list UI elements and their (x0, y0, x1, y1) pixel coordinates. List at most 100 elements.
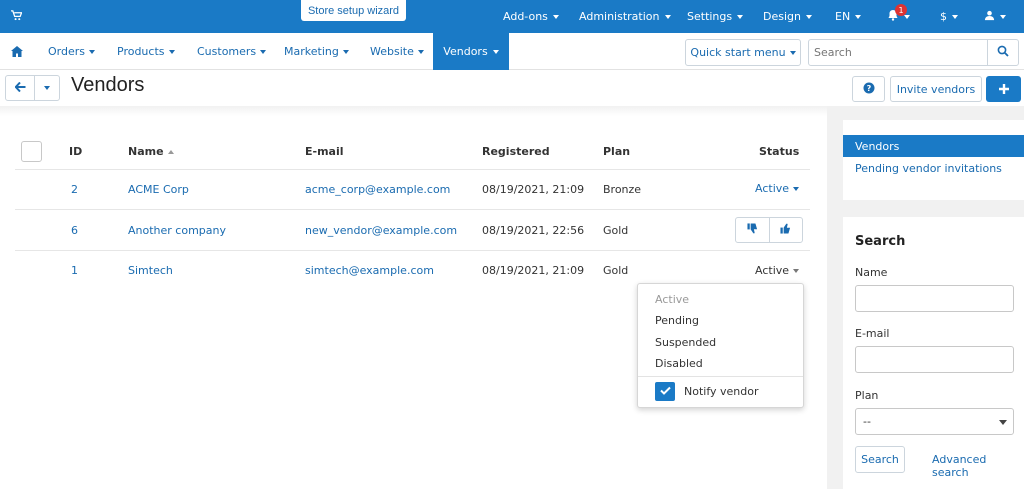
sidebar-sections: Vendors Pending vendor invitations (843, 120, 1024, 200)
search-button[interactable] (987, 39, 1019, 66)
language-menu[interactable]: EN (835, 0, 862, 33)
vendor-plan: Gold (603, 264, 629, 277)
nav-orders-label: Orders (48, 45, 85, 58)
sidebar-item-vendors[interactable]: Vendors (843, 135, 1024, 157)
settings-menu[interactable]: Settings (687, 0, 744, 33)
thumbs-up-icon (780, 223, 791, 237)
invite-vendors-button[interactable]: Invite vendors (890, 76, 982, 102)
currency-menu[interactable]: $ (940, 0, 958, 33)
status-option-disabled[interactable]: Disabled (655, 357, 703, 370)
row-divider (15, 169, 810, 170)
chevron-down-icon (855, 14, 862, 19)
status-option-suspended[interactable]: Suspended (655, 336, 716, 349)
disapprove-button[interactable] (736, 218, 770, 242)
plus-icon (998, 79, 1010, 100)
nav-item-vendors[interactable]: Vendors (433, 33, 509, 70)
user-icon (984, 10, 995, 24)
vendor-email-link[interactable]: new_vendor@example.com (305, 224, 457, 237)
chevron-down-icon (1000, 14, 1006, 19)
user-menu[interactable] (984, 0, 1006, 33)
nav-item-products[interactable]: Products (117, 33, 175, 70)
nav-item-customers[interactable]: Customers (197, 33, 267, 70)
chevron-down-icon (168, 49, 175, 54)
row-divider (15, 250, 810, 251)
column-header-registered[interactable]: Registered (482, 145, 550, 158)
design-menu-label: Design (763, 10, 801, 23)
chevron-down-icon (805, 14, 812, 19)
row-divider (15, 209, 810, 210)
vendor-name-link[interactable]: Simtech (128, 264, 173, 277)
column-header-plan[interactable]: Plan (603, 145, 630, 158)
name-input[interactable] (855, 285, 1014, 312)
menu-divider (638, 376, 803, 377)
chevron-down-icon (999, 420, 1007, 425)
vendor-id-link[interactable]: 2 (71, 183, 78, 196)
administration-menu-label: Administration (579, 10, 660, 23)
addons-menu[interactable]: Add-ons (503, 0, 559, 33)
add-vendor-button[interactable] (986, 76, 1021, 102)
page-title: Vendors (71, 74, 145, 96)
advanced-search-link[interactable]: Advanced search (932, 453, 1024, 479)
administration-menu[interactable]: Administration (579, 0, 671, 33)
status-option-pending[interactable]: Pending (655, 314, 699, 327)
chevron-down-icon (952, 14, 958, 19)
vendor-id-link[interactable]: 1 (71, 264, 78, 277)
vendor-status-dropdown[interactable]: Active (755, 264, 800, 277)
column-header-email[interactable]: E-mail (305, 145, 344, 158)
nav-products-label: Products (117, 45, 165, 58)
currency-menu-label: $ (940, 10, 947, 23)
chevron-down-icon (552, 14, 559, 19)
column-header-name[interactable]: Name (128, 145, 174, 158)
chevron-down-icon (904, 14, 910, 19)
status-dropdown-menu: Active Pending Suspended Disabled Notify… (637, 283, 804, 408)
sidebar-item-pending-invitations[interactable]: Pending vendor invitations (855, 162, 1002, 175)
plan-select[interactable]: -- (855, 408, 1014, 435)
notification-count-badge: 1 (895, 4, 907, 16)
chevron-down-icon (793, 269, 800, 273)
help-button[interactable]: ? (852, 76, 885, 102)
cart-icon[interactable] (11, 10, 23, 24)
language-menu-label: EN (835, 10, 851, 23)
quick-start-label: Quick start menu (690, 46, 786, 59)
email-label: E-mail (855, 327, 890, 340)
store-setup-wizard-button[interactable]: Store setup wizard (301, 0, 406, 21)
notify-vendor-checkbox[interactable] (655, 382, 675, 401)
approve-button[interactable] (770, 218, 803, 242)
vendor-status-label: Active (755, 264, 790, 277)
column-header-id[interactable]: ID (69, 145, 82, 158)
global-search-input[interactable] (808, 39, 988, 66)
quick-start-menu-button[interactable]: Quick start menu (685, 39, 801, 66)
chevron-down-icon (342, 49, 349, 54)
nav-item-website[interactable]: Website (370, 33, 424, 70)
vendor-id-link[interactable]: 6 (71, 224, 78, 237)
chevron-down-icon (789, 50, 796, 55)
sidebar-search-button[interactable]: Search (855, 446, 905, 473)
select-all-checkbox[interactable] (21, 141, 42, 162)
home-icon[interactable] (11, 33, 23, 70)
nav-item-marketing[interactable]: Marketing (284, 33, 349, 70)
vendor-name-link[interactable]: ACME Corp (128, 183, 189, 196)
back-button[interactable] (5, 75, 35, 101)
chevron-down-icon (664, 14, 671, 19)
addons-menu-label: Add-ons (503, 10, 548, 23)
search-panel-title: Search (855, 234, 906, 249)
vendor-email-link[interactable]: acme_corp@example.com (305, 183, 450, 196)
nav-vendors-label: Vendors (443, 45, 488, 58)
thumbs-down-icon (747, 223, 758, 237)
back-history-dropdown[interactable] (34, 75, 60, 101)
nav-item-orders[interactable]: Orders (48, 33, 95, 70)
notify-vendor-label[interactable]: Notify vendor (684, 385, 759, 398)
search-panel: Search Name E-mail Plan -- Search Advanc… (843, 217, 1024, 489)
search-icon (997, 45, 1009, 60)
plan-label: Plan (855, 389, 879, 402)
settings-menu-label: Settings (687, 10, 733, 23)
vendor-status-dropdown[interactable]: Active (755, 182, 800, 195)
vendor-name-link[interactable]: Another company (128, 224, 226, 237)
design-menu[interactable]: Design (763, 0, 812, 33)
nav-marketing-label: Marketing (284, 45, 339, 58)
vendor-email-link[interactable]: simtech@example.com (305, 264, 434, 277)
email-input[interactable] (855, 346, 1014, 373)
checkmark-icon (659, 385, 671, 398)
vendor-status-label: Active (755, 182, 790, 195)
chevron-down-icon (260, 49, 267, 54)
